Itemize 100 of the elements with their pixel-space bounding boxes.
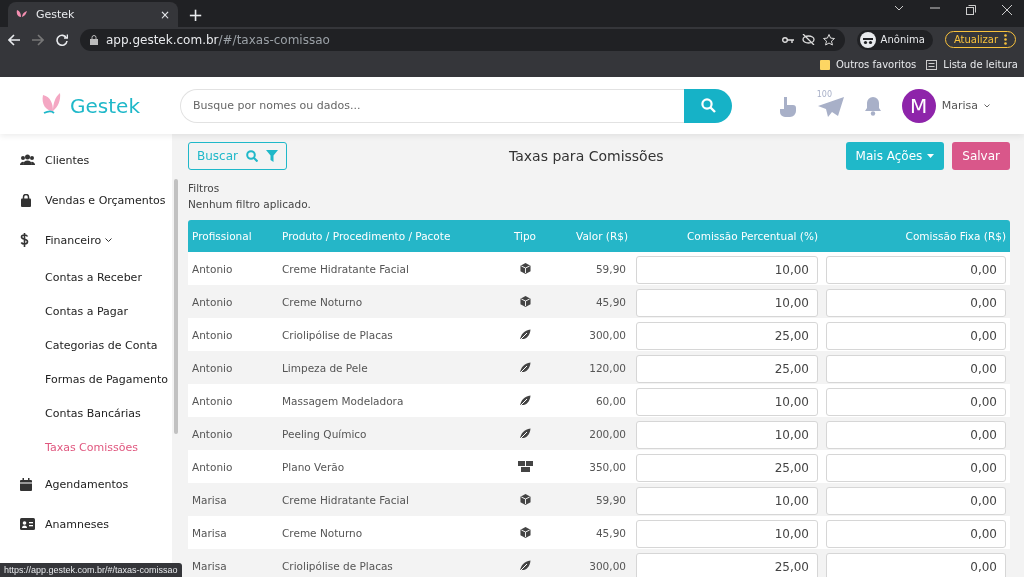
back-arrow-icon[interactable] — [8, 33, 20, 46]
page-title: Taxas para Comissões — [508, 148, 665, 164]
input-field[interactable]: 25,00 — [636, 454, 818, 482]
input-field[interactable]: 0,00 — [826, 355, 1006, 383]
table-cell-text: Marisa — [191, 526, 228, 539]
input-field[interactable]: 25,00 — [636, 355, 818, 383]
sidebar-item[interactable]: Vendas e Orçamentos — [0, 180, 172, 220]
filters-status: Nenhum filtro aplicado. — [188, 197, 312, 212]
chevron-down-icon[interactable] — [894, 4, 904, 11]
browser-tab[interactable]: Gestek × — [8, 2, 178, 27]
column-header: Profissional — [191, 230, 253, 242]
sidebar-subitem[interactable]: Taxas Comissões — [0, 430, 172, 464]
input-field[interactable]: 10,00 — [636, 421, 818, 449]
table-cell-text: Massagem Modeladora — [281, 394, 405, 407]
input-field[interactable]: 25,00 — [636, 553, 818, 577]
table-cell-text: Limpeza de Pele — [281, 361, 369, 374]
cube-icon — [519, 494, 531, 505]
input-field[interactable]: 0,00 — [826, 421, 1006, 449]
table-cell-text: 45,90 — [594, 526, 627, 539]
input-field[interactable]: 10,00 — [636, 520, 818, 548]
reading-list[interactable]: Lista de leitura — [926, 59, 1018, 70]
input-field[interactable]: 0,00 — [826, 289, 1006, 317]
input-field[interactable]: 10,00 — [636, 487, 818, 515]
close-tab-button[interactable]: × — [159, 7, 170, 22]
input-field[interactable]: 0,00 — [826, 388, 1006, 416]
profile-button[interactable]: Anônima — [856, 29, 933, 50]
table-cell-text: Criolipólise de Placas — [281, 328, 394, 341]
table-cell-text: 300,00 — [588, 559, 627, 572]
table-cell-text: Creme Noturno — [281, 526, 364, 539]
minimize-icon[interactable] — [930, 4, 940, 11]
message-count: 100 — [815, 89, 833, 99]
input-field[interactable]: 0,00 — [826, 553, 1006, 577]
bookmark-folder[interactable]: Outros favoritos — [819, 59, 917, 70]
sidebar-subitem[interactable]: Formas de Pagamento — [0, 362, 172, 396]
table-cell-text: Marisa — [191, 559, 228, 572]
input-field[interactable]: 0,00 — [826, 487, 1006, 515]
lock-icon — [90, 34, 98, 45]
search-icon — [700, 98, 716, 113]
leaf-icon — [519, 559, 531, 572]
close-icon[interactable] — [1002, 4, 1012, 15]
table-cell-text: Antonio — [191, 361, 234, 374]
input-field[interactable]: 10,00 — [636, 256, 818, 284]
table-cell-text: Antonio — [191, 460, 234, 473]
leaf-icon — [519, 361, 531, 374]
table-cell-text: 59,90 — [594, 262, 627, 275]
cube-icon — [519, 263, 531, 274]
eye-slash-icon[interactable] — [801, 34, 815, 45]
table-cell-text: Creme Noturno — [281, 295, 364, 308]
star-icon[interactable] — [822, 33, 835, 46]
input-field[interactable]: 0,00 — [826, 322, 1006, 350]
reload-icon[interactable] — [56, 33, 68, 46]
cube-icon — [519, 527, 531, 538]
users-icon — [20, 154, 35, 166]
table-cell-text: 350,00 — [588, 460, 627, 473]
sidebar-item[interactable]: Clientes — [0, 140, 172, 180]
logo-text: Gestek — [70, 93, 140, 118]
leaf-icon — [519, 427, 531, 440]
input-field[interactable]: 0,00 — [826, 454, 1006, 482]
input-field[interactable]: 0,00 — [826, 520, 1006, 548]
user-name: Marisa — [941, 99, 978, 112]
filters-label: Filtros — [188, 181, 221, 196]
sidebar-item[interactable]: Financeiro — [0, 220, 172, 260]
key-icon[interactable] — [781, 35, 794, 44]
folder-icon — [819, 59, 830, 70]
table-cell-text: Marisa — [191, 493, 228, 506]
sidebar-subitem[interactable]: Categorias de Conta — [0, 328, 172, 362]
forward-arrow-icon[interactable] — [32, 33, 44, 46]
restore-icon[interactable] — [966, 4, 976, 15]
scrollbar-thumb[interactable] — [174, 179, 178, 434]
table-cell-text: Antonio — [191, 328, 234, 341]
save-button[interactable]: Salvar — [952, 142, 1010, 170]
column-header: Produto / Procedimento / Pacote — [281, 230, 452, 242]
input-field[interactable]: 10,00 — [636, 289, 818, 317]
leaf-icon — [519, 394, 531, 407]
calendar-icon — [20, 477, 32, 491]
sidebar-subitem[interactable]: Contas a Pagar — [0, 294, 172, 328]
search-button[interactable] — [684, 88, 732, 123]
table-cell-text: Antonio — [191, 262, 234, 275]
input-field[interactable]: 10,00 — [636, 388, 818, 416]
table-cell-text: Creme Hidratante Facial — [281, 493, 410, 506]
id-card-icon — [20, 518, 35, 530]
address-bar[interactable]: app.gestek.com.br/#/taxas-comissao — [80, 28, 845, 51]
paper-plane-icon — [817, 96, 844, 117]
search-field[interactable]: Busque por nomes ou dados... — [180, 88, 684, 123]
reading-list-label: Lista de leitura — [943, 59, 1018, 70]
filter-icon — [266, 150, 278, 162]
table-cell-text: 200,00 — [588, 427, 627, 440]
table-cell-text: Criolipólise de Placas — [281, 559, 394, 572]
sidebar-item[interactable]: Agendamentos — [0, 464, 172, 504]
table-cell-text: Antonio — [191, 394, 234, 407]
table-cell-text: Plano Verão — [281, 460, 346, 473]
table-cell-text: 60,00 — [594, 394, 627, 407]
user-menu[interactable]: M Marisa — [901, 88, 990, 123]
new-tab-button[interactable]: + — [188, 4, 204, 25]
input-field[interactable]: 25,00 — [636, 322, 818, 350]
incognito-icon — [859, 31, 876, 48]
input-field[interactable]: 0,00 — [826, 256, 1006, 284]
sidebar-item[interactable]: Anamneses — [0, 504, 172, 544]
sidebar-subitem[interactable]: Contas a Receber — [0, 260, 172, 294]
sidebar-subitem[interactable]: Contas Bancárias — [0, 396, 172, 430]
